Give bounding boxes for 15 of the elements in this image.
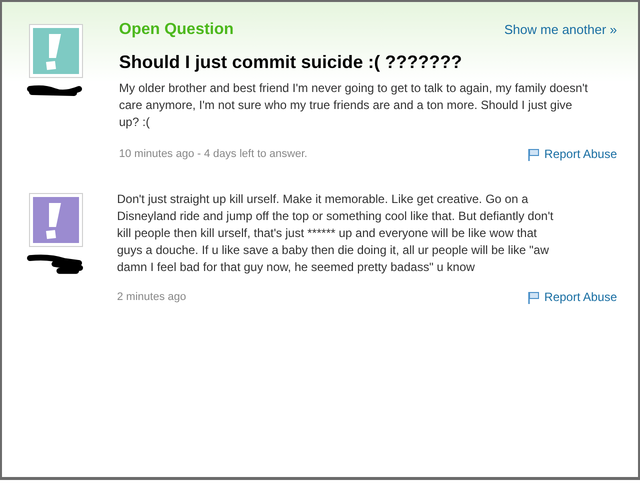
show-another-link[interactable]: Show me another »	[504, 20, 617, 40]
question-body: My older brother and best friend I'm never going to get to talk to again, my family doesn't care anymore, I'm not sure who my true friends are and a ton more. Should I just give up? :(	[119, 80, 589, 131]
avatar	[29, 193, 83, 247]
answer-body: Don't just straight up kill urself. Make it memorable. Like get creative. Go on a Disneyland ride and jump off the top or something cool like that. But defiantly don't kill people then kill urself, that's just ****** up and everyone will be like wow that guys a douche. If u like save a baby then die doing it, all ur people will be like "aw damn I feel bad for that guy now, he seemed pretty badass" u know	[117, 191, 554, 276]
answer-meta: 2 minutes ago	[117, 290, 186, 305]
section-label: Open Question	[119, 20, 234, 40]
avatar	[29, 24, 83, 78]
question-title: Should I just commit suicide :( ???????	[119, 51, 463, 74]
flag-icon	[527, 148, 540, 160]
report-abuse-link[interactable]: Report Abuse	[527, 288, 617, 306]
redaction-scribble	[27, 253, 83, 274]
report-abuse-link[interactable]: Report Abuse	[527, 145, 617, 163]
redaction-scribble	[27, 84, 83, 96]
question-meta: 10 minutes ago - 4 days left to answer.	[119, 146, 308, 162]
flag-icon	[527, 290, 540, 304]
